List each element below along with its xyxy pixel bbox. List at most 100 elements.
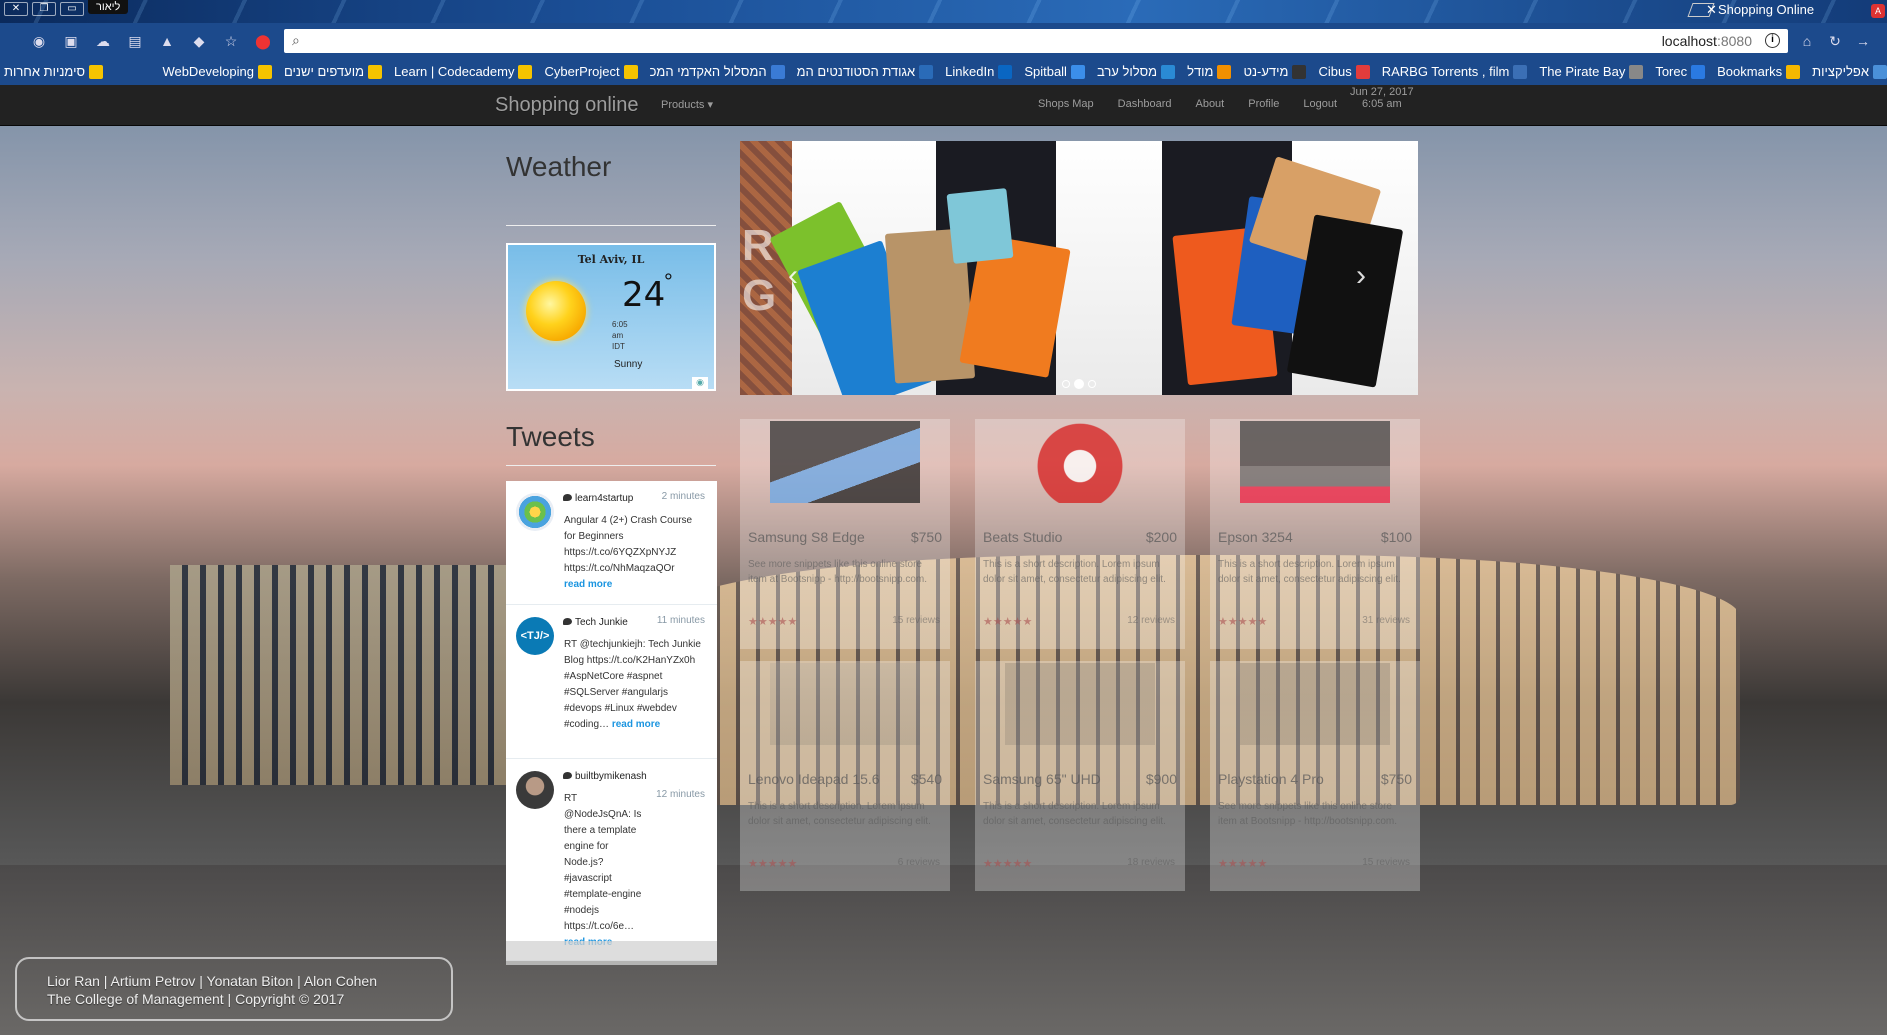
bookmark-item[interactable]: RARBG Torrents , film xyxy=(1382,64,1528,79)
reload-icon[interactable]: ↻ xyxy=(1826,32,1844,50)
bookmark-item[interactable]: Spitball xyxy=(1024,64,1085,79)
bookmark-item[interactable]: Learn | Codecademy xyxy=(394,64,533,79)
product-card[interactable]: Samsung S8 Edge $750 See more snippets lik… xyxy=(740,419,950,649)
bookmark-label: אגודת הסטודנטים המ xyxy=(796,64,916,79)
bookmark-item[interactable]: LinkedIn xyxy=(945,64,1013,79)
restore-window-button[interactable]: ❐ xyxy=(32,2,56,16)
dropbox-icon[interactable]: ◆ xyxy=(190,32,208,50)
pocket-icon[interactable]: ▣ xyxy=(62,32,80,50)
bookmark-item[interactable]: מסלול ערב xyxy=(1097,64,1176,79)
bookmark-favicon-icon xyxy=(1873,64,1887,79)
product-name[interactable]: Samsung 65" UHD xyxy=(983,771,1101,787)
star-icon[interactable]: ☆ xyxy=(222,32,240,50)
background-building-left xyxy=(170,565,510,785)
bookmark-favicon-icon xyxy=(998,64,1013,79)
product-name[interactable]: Epson 3254 xyxy=(1218,529,1293,545)
product-card[interactable]: Playstation 4 Pro $750 See more snippets l… xyxy=(1210,661,1420,891)
info-icon[interactable]: i xyxy=(1765,33,1780,48)
carousel-next-icon[interactable]: › xyxy=(1356,259,1366,293)
address-bar[interactable]: ⌕ localhost:8080 i xyxy=(284,29,1788,53)
avatar[interactable] xyxy=(516,493,554,531)
brand-logo[interactable]: Shopping online xyxy=(495,94,638,117)
product-image[interactable] xyxy=(1240,421,1390,503)
read-more-link[interactable]: read more xyxy=(564,579,612,590)
tweet-text: Angular 4 (2+) Crash Course for Beginner… xyxy=(564,515,693,590)
close-tab-icon[interactable]: ✕ xyxy=(1706,0,1717,20)
adblock-icon[interactable]: ⬤ xyxy=(254,32,272,50)
nav-shops-map[interactable]: Shops Map xyxy=(1038,98,1094,110)
product-image[interactable] xyxy=(770,421,920,503)
extension-icon[interactable]: ◉ xyxy=(30,32,48,50)
bookmark-favicon-icon xyxy=(1070,64,1085,79)
bookmark-item[interactable]: אגודת הסטודנטים המ xyxy=(797,64,934,79)
bookmark-label: המסלול האקדמי המכ xyxy=(649,64,767,79)
other-bookmarks[interactable]: סימניות אחרות xyxy=(4,64,104,79)
weather-widget[interactable]: Tel Aviv, IL 24 ° 6:05 am IDT Sunny ◉ xyxy=(506,243,716,391)
tweet-user[interactable]: learn4startup xyxy=(563,493,633,504)
carousel-indicator[interactable] xyxy=(1088,380,1096,388)
read-more-link[interactable]: read more xyxy=(612,719,660,730)
weather-temperature: 24 xyxy=(622,275,666,315)
extension-alert-icon[interactable]: A xyxy=(1871,4,1885,18)
carousel-prev-icon[interactable]: ‹ xyxy=(788,259,798,293)
bookmark-item[interactable]: אפליקציות xyxy=(1812,64,1887,79)
tweet-time: 2 minutes xyxy=(661,491,705,502)
bookmark-item[interactable]: Cibus xyxy=(1318,64,1370,79)
nav-logout[interactable]: Logout xyxy=(1303,98,1337,110)
tweets-feed[interactable]: learn4startup 2 minutes Angular 4 (2+) C… xyxy=(506,481,717,961)
nav-profile[interactable]: Profile xyxy=(1248,98,1279,110)
product-card[interactable]: Beats Studio $200 This is a short descript… xyxy=(975,419,1185,649)
bookmark-item[interactable]: מידע-נט xyxy=(1243,64,1307,79)
product-card[interactable]: Epson 3254 $100 This is a short descriptio… xyxy=(1210,419,1420,649)
browser-tab[interactable]: ✕ Shopping Online xyxy=(1687,0,1870,22)
bookmark-label: מודל xyxy=(1187,64,1214,79)
avatar[interactable]: <TJ/> xyxy=(516,617,554,655)
bookmark-item[interactable]: המסלול האקדמי המכ xyxy=(650,64,785,79)
carousel-indicators xyxy=(1062,379,1096,389)
product-image[interactable] xyxy=(1005,663,1155,745)
product-image[interactable] xyxy=(770,663,920,745)
home-icon[interactable]: ⌂ xyxy=(1798,32,1816,50)
bookmark-item[interactable]: Torec xyxy=(1655,64,1706,79)
bookmark-label: RARBG Torrents , film xyxy=(1381,64,1510,79)
product-card[interactable]: Samsung 65" UHD $900 This is a short descr… xyxy=(975,661,1185,891)
product-name[interactable]: Samsung S8 Edge xyxy=(748,529,865,545)
bookmark-item[interactable]: CyberProject xyxy=(544,64,638,79)
product-name[interactable]: Lenovo Ideapad 15.6 xyxy=(748,771,880,787)
tweet-text: RT @NodeJsQnA: Is there a template engin… xyxy=(564,791,644,951)
carousel-indicator-active[interactable] xyxy=(1074,379,1084,389)
profile-chip[interactable]: ליאור xyxy=(88,0,129,14)
product-image[interactable] xyxy=(1005,421,1155,503)
tweet-user[interactable]: Tech Junkie xyxy=(563,617,628,628)
drive-icon[interactable]: ▲ xyxy=(158,32,176,50)
nav-about[interactable]: About xyxy=(1195,98,1224,110)
tweets-heading: Tweets xyxy=(506,421,595,452)
bookmark-item[interactable]: מודל xyxy=(1187,64,1232,79)
bookmark-item[interactable]: מועדפים ישנים xyxy=(284,64,383,79)
product-name[interactable]: Playstation 4 Pro xyxy=(1218,771,1324,787)
minimize-window-button[interactable]: ▭ xyxy=(60,2,84,16)
bookmark-label: CyberProject xyxy=(544,64,620,79)
avatar[interactable] xyxy=(516,771,554,809)
product-name[interactable]: Beats Studio xyxy=(983,529,1062,545)
cloud-icon[interactable]: ☁ xyxy=(94,32,112,50)
product-image[interactable] xyxy=(1240,663,1390,745)
products-dropdown[interactable]: Products ▾ xyxy=(661,98,713,111)
bookmark-item[interactable]: Bookmarks xyxy=(1717,64,1801,79)
nav-date: Jun 27, 2017 xyxy=(1350,86,1414,98)
hero-carousel[interactable]: RG ‹ › xyxy=(740,141,1418,395)
twitter-icon xyxy=(563,494,572,501)
pdf-icon[interactable]: ▤ xyxy=(126,32,144,50)
sun-icon xyxy=(526,281,586,341)
weather-city: Tel Aviv, IL xyxy=(577,253,645,266)
bookmark-item[interactable]: The Pirate Bay xyxy=(1539,64,1644,79)
forward-icon[interactable]: → xyxy=(1854,32,1872,50)
close-window-button[interactable]: ✕ xyxy=(4,2,28,16)
carousel-indicator[interactable] xyxy=(1062,380,1070,388)
tweet-user[interactable]: builtbymikenash xyxy=(563,771,647,782)
product-rating-stars: ★★★★★ xyxy=(983,858,1033,870)
nav-dashboard[interactable]: Dashboard xyxy=(1118,98,1172,110)
bookmark-item[interactable]: WebDeveloping xyxy=(162,64,272,79)
product-card[interactable]: Lenovo Ideapad 15.6 $540 This is a short d… xyxy=(740,661,950,891)
product-review-count: 18 reviews xyxy=(1127,857,1175,868)
